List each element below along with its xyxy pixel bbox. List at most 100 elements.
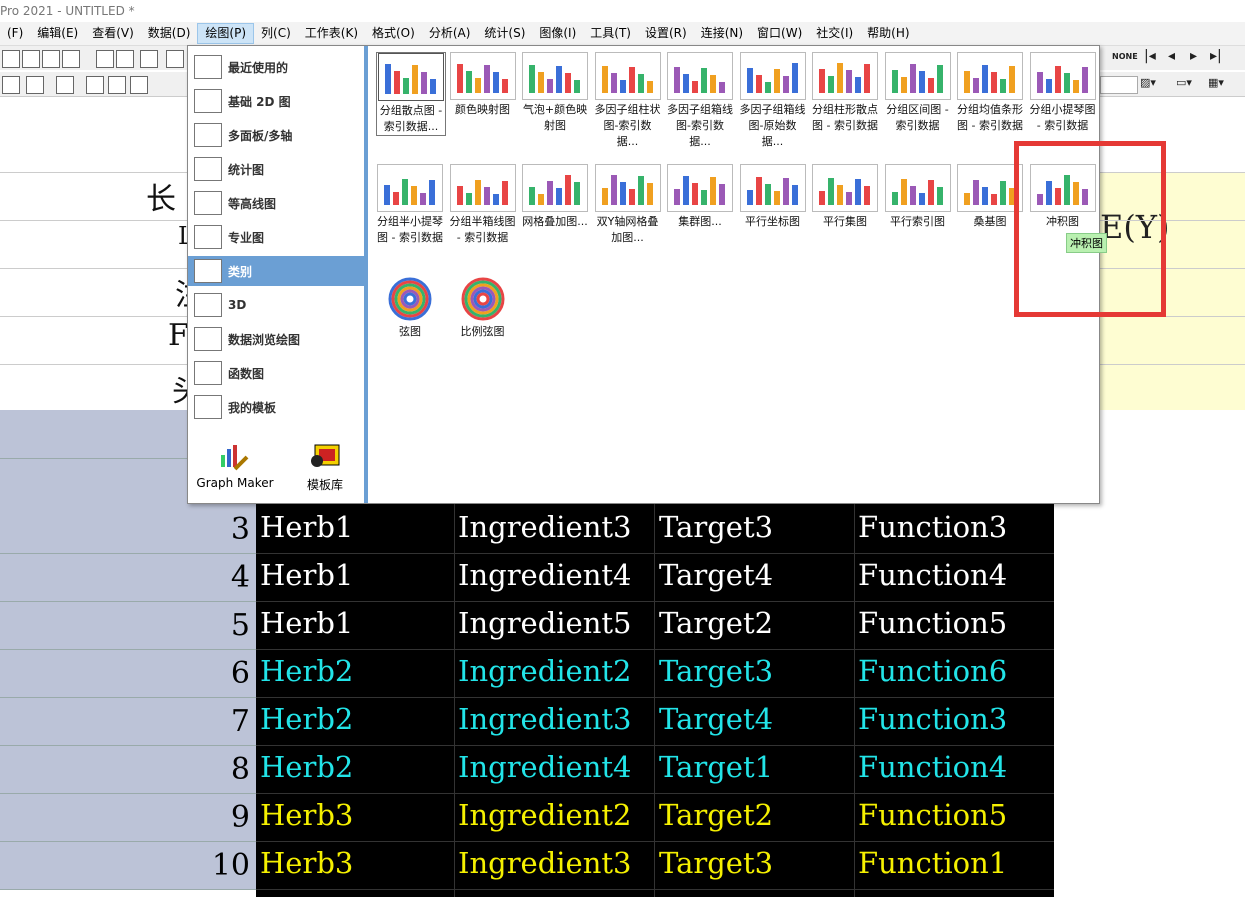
gallery-tile-11[interactable]: 分组半箱线图 - 索引数据 [449, 164, 517, 246]
sidebar-item-8[interactable]: 数据浏览绘图 [188, 324, 364, 354]
table-cell-ingredient[interactable]: Ingredient3 [458, 846, 632, 880]
table-cell-function[interactable]: Function5 [858, 606, 1007, 640]
table-cell-herb[interactable]: Herb2 [260, 702, 353, 736]
menu-item-0[interactable]: (F) [0, 23, 30, 44]
gallery-tile-21[interactable]: 比例弦图 [449, 276, 517, 340]
table-cell-ingredient[interactable]: Ingredient5 [458, 606, 632, 640]
gallery-tile-5[interactable]: 多因子组箱线图-原始数据... [739, 52, 807, 150]
gallery-tile-12[interactable]: 网格叠加图... [521, 164, 589, 230]
toolbar-icon[interactable] [166, 50, 184, 68]
menu-item-2[interactable]: 查看(V) [85, 23, 141, 44]
gallery-tile-6[interactable]: 分组柱形散点图 - 索引数据 [811, 52, 879, 134]
row-header[interactable]: 5 [0, 602, 256, 650]
toolbar-icon[interactable] [22, 50, 40, 68]
table-cell-target[interactable]: Target3 [659, 654, 773, 688]
table-cell-ingredient[interactable]: Ingredient3 [458, 702, 632, 736]
none-button[interactable]: NONE [1112, 52, 1138, 61]
menu-item-9[interactable]: 统计(S) [477, 23, 532, 44]
menu-item-11[interactable]: 工具(T) [583, 23, 638, 44]
toolbar-icon[interactable] [140, 50, 158, 68]
gallery-tile-15[interactable]: 平行坐标图 [739, 164, 807, 230]
sidebar-item-1[interactable]: 基础 2D 图 [188, 86, 364, 116]
table-cell-target[interactable]: Target2 [659, 798, 773, 832]
toolbar-icon[interactable] [56, 76, 74, 94]
first-icon[interactable]: |◂ [1144, 48, 1156, 64]
menu-item-13[interactable]: 连接(N) [694, 23, 750, 44]
toolbar-icon[interactable] [26, 76, 44, 94]
toolbar-icon[interactable] [86, 76, 104, 94]
gallery-tile-20[interactable]: 弦图 [376, 276, 444, 340]
gallery-tile-8[interactable]: 分组均值条形图 - 索引数据 [956, 52, 1024, 134]
template-library-button[interactable]: 模板库 [280, 441, 370, 493]
next-icon[interactable]: ▸ [1190, 48, 1197, 64]
gallery-tile-1[interactable]: 颜色映射图 [449, 52, 517, 118]
row-header[interactable]: 6 [0, 650, 256, 698]
table-cell-function[interactable]: Function4 [858, 750, 1007, 784]
table-cell-ingredient[interactable]: Ingredient3 [458, 510, 632, 544]
gallery-tile-10[interactable]: 分组半小提琴图 - 索引数据 [376, 164, 444, 246]
sidebar-item-10[interactable]: 我的模板 [188, 392, 364, 422]
table-cell-target[interactable]: Target3 [659, 510, 773, 544]
table-cell-ingredient[interactable]: Ingredient2 [458, 654, 632, 688]
sidebar-item-2[interactable]: 多面板/多轴 [188, 120, 364, 150]
dropdown-field[interactable] [1100, 76, 1138, 94]
toolbar-icon[interactable] [116, 50, 134, 68]
table-cell-function[interactable]: Function5 [858, 798, 1007, 832]
table-cell-herb[interactable]: Herb3 [260, 798, 353, 832]
table-cell-ingredient[interactable]: Ingredient4 [458, 750, 632, 784]
menu-item-7[interactable]: 格式(O) [365, 23, 422, 44]
table-cell-function[interactable]: Function1 [858, 846, 1007, 880]
row-header[interactable]: 3 [0, 506, 256, 554]
table-cell-function[interactable]: Function6 [858, 654, 1007, 688]
toolbar-icon[interactable] [96, 50, 114, 68]
graph-maker-button[interactable]: Graph Maker [190, 441, 280, 490]
table-cell-herb[interactable]: Herb1 [260, 606, 353, 640]
table-cell-function[interactable]: Function3 [858, 510, 1007, 544]
table-cell-target[interactable]: Target3 [659, 846, 773, 880]
table-cell-herb[interactable]: Herb1 [260, 510, 353, 544]
border-icon[interactable]: ▭▾ [1176, 76, 1192, 89]
menu-item-5[interactable]: 列(C) [254, 23, 298, 44]
sidebar-item-5[interactable]: 专业图 [188, 222, 364, 252]
row-header[interactable]: 10 [0, 842, 256, 890]
pattern-icon[interactable]: ▨▾ [1140, 76, 1156, 89]
toolbar-icon[interactable] [130, 76, 148, 94]
toolbar-icon[interactable] [42, 50, 60, 68]
sidebar-item-7[interactable]: 3D [188, 290, 364, 320]
menu-item-6[interactable]: 工作表(K) [298, 23, 365, 44]
menu-item-16[interactable]: 帮助(H) [860, 23, 916, 44]
menu-item-1[interactable]: 编辑(E) [30, 23, 85, 44]
table-cell-target[interactable]: Target4 [659, 558, 773, 592]
menu-item-4[interactable]: 绘图(P) [197, 23, 255, 44]
table-cell-ingredient[interactable]: Ingredient2 [458, 798, 632, 832]
toolbar-icon[interactable] [108, 76, 126, 94]
menu-item-8[interactable]: 分析(A) [422, 23, 478, 44]
gallery-tile-7[interactable]: 分组区间图 - 索引数据 [884, 52, 952, 134]
sidebar-item-9[interactable]: 函数图 [188, 358, 364, 388]
table-cell-target[interactable]: Target1 [659, 750, 773, 784]
gallery-tile-0[interactable]: 分组散点图 - 索引数据... [376, 52, 446, 136]
row-header[interactable]: 8 [0, 746, 256, 794]
table-cell-ingredient[interactable]: Ingredient4 [458, 558, 632, 592]
gallery-tile-14[interactable]: 集群图... [666, 164, 734, 230]
table-cell-target[interactable]: Target4 [659, 702, 773, 736]
menu-item-12[interactable]: 设置(R) [638, 23, 694, 44]
gallery-tile-13[interactable]: 双Y轴网格叠加图... [594, 164, 662, 246]
toolbar-icon[interactable] [62, 50, 80, 68]
table-cell-herb[interactable]: Herb2 [260, 750, 353, 784]
table-cell-herb[interactable]: Herb3 [260, 846, 353, 880]
table-cell-herb[interactable]: Herb1 [260, 558, 353, 592]
table-cell-function[interactable]: Function3 [858, 702, 1007, 736]
sidebar-item-0[interactable]: 最近使用的 [188, 52, 364, 82]
table-cell-function[interactable]: Function4 [858, 558, 1007, 592]
gallery-tile-16[interactable]: 平行集图 [811, 164, 879, 230]
row-header[interactable]: 4 [0, 554, 256, 602]
gallery-tile-9[interactable]: 分组小提琴图 - 索引数据 [1029, 52, 1097, 134]
sidebar-item-3[interactable]: 统计图 [188, 154, 364, 184]
toolbar-icon[interactable] [2, 76, 20, 94]
sidebar-item-6[interactable]: 类别 [188, 256, 364, 286]
table-cell-herb[interactable]: Herb2 [260, 654, 353, 688]
gallery-tile-2[interactable]: 气泡+颜色映射图 [521, 52, 589, 134]
prev-icon[interactable]: ◂ [1168, 48, 1175, 64]
gallery-tile-17[interactable]: 平行索引图 [884, 164, 952, 230]
